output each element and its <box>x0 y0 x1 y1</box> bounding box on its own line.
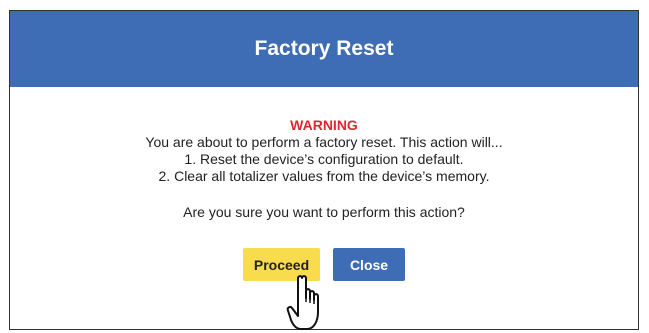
close-button[interactable]: Close <box>333 248 405 281</box>
dialog-body: WARNING You are about to perform a facto… <box>10 87 638 281</box>
dialog-title: Factory Reset <box>254 37 394 60</box>
dialog-header: Factory Reset <box>10 11 638 87</box>
confirmation-question: Are you sure you want to perform this ac… <box>183 204 465 220</box>
warning-label: WARNING <box>290 117 358 133</box>
hand-pointer-icon <box>286 275 319 330</box>
warning-message: You are about to perform a factory reset… <box>145 134 503 150</box>
warning-item-clear-totalizers: 2. Clear all totalizer values from the d… <box>158 168 490 184</box>
warning-item-reset-config: 1. Reset the device’s configuration to d… <box>184 151 464 167</box>
